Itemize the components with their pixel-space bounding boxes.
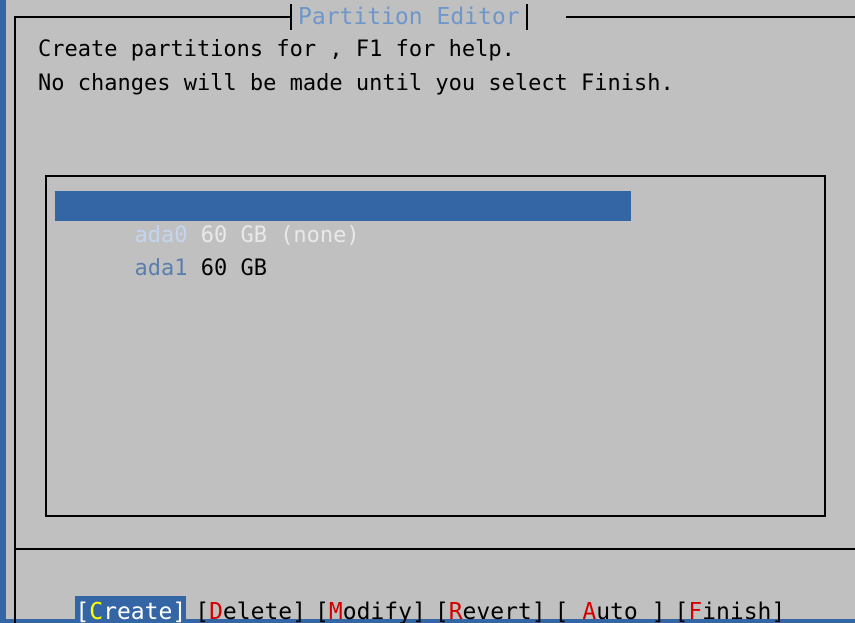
disk-list[interactable]: ada0 60 GB (none) ada1 60 GB bbox=[45, 175, 826, 517]
finish-hotkey: F bbox=[688, 599, 703, 623]
button-bar: [Create] [Delete] [Modify] [Revert][ Auto ]… bbox=[20, 564, 794, 623]
button-bar-divider bbox=[14, 548, 855, 550]
left-screen-edge bbox=[0, 0, 6, 623]
delete-button[interactable]: [Delete] bbox=[195, 596, 306, 623]
disk-info: 60 GB bbox=[200, 256, 267, 281]
create-button-bracket: [ bbox=[75, 599, 90, 623]
auto-button-bracket: [ bbox=[554, 599, 583, 623]
finish-button-label: inish] bbox=[702, 599, 786, 623]
disk-name: ada1 bbox=[134, 256, 188, 281]
finish-button-bracket: [ bbox=[674, 599, 689, 623]
prompt-line-1: Create partitions for , F1 for help. bbox=[38, 37, 515, 62]
delete-hotkey: D bbox=[209, 599, 223, 623]
disk-row-ada0[interactable]: ada0 60 GB (none) bbox=[55, 191, 631, 248]
partition-editor-screen: Partition Editor Create partitions for ,… bbox=[0, 0, 855, 623]
revert-button-label: evert] bbox=[462, 599, 546, 623]
revert-button-bracket: [ bbox=[434, 599, 449, 623]
auto-button[interactable]: [ Auto ] bbox=[555, 596, 666, 623]
dialog-top-border-right bbox=[566, 16, 855, 18]
create-button[interactable]: [Create] bbox=[75, 596, 187, 623]
revert-button[interactable]: [Revert] bbox=[435, 596, 546, 623]
dialog-top-border-left bbox=[14, 16, 292, 18]
prompt-line-2: No changes will be made until you select… bbox=[38, 71, 674, 96]
modify-button[interactable]: [Modify] bbox=[315, 596, 426, 623]
delete-button-bracket: [ bbox=[195, 599, 210, 623]
finish-button[interactable]: [Finish] bbox=[674, 596, 785, 623]
revert-hotkey: R bbox=[448, 599, 463, 623]
dialog-left-border bbox=[14, 16, 16, 623]
delete-button-label: elete] bbox=[222, 599, 307, 623]
create-hotkey: C bbox=[89, 599, 104, 623]
dialog-title: Partition Editor bbox=[290, 4, 528, 30]
auto-hotkey: A bbox=[582, 599, 597, 623]
disk-row-ada1[interactable]: ada1 60 GB bbox=[55, 224, 266, 281]
modify-button-bracket: [ bbox=[315, 599, 329, 623]
create-button-label: reate] bbox=[103, 599, 187, 623]
auto-button-label: uto ] bbox=[596, 599, 666, 623]
modify-button-label: odify] bbox=[342, 599, 426, 623]
modify-hotkey: M bbox=[328, 599, 343, 623]
